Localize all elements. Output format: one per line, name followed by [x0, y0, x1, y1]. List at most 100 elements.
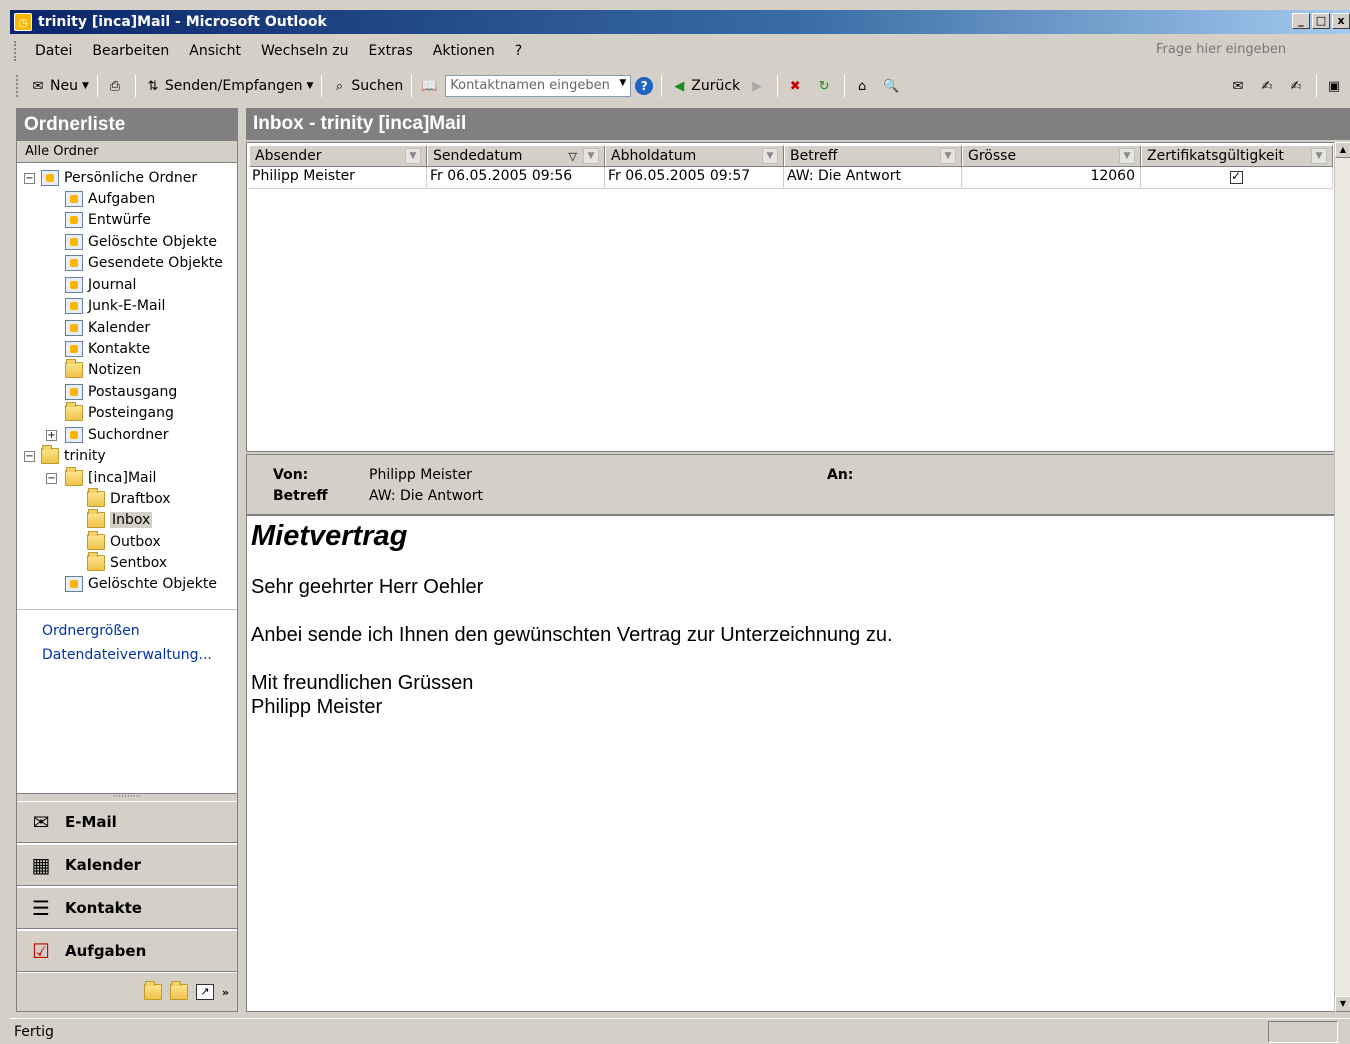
verify-button[interactable]: ✍	[1283, 73, 1312, 99]
table-row[interactable]: Philipp Meister Fr 06.05.2005 09:56 Fr 0…	[249, 167, 1333, 189]
toolbar-separator	[411, 75, 413, 97]
collapse-trinity[interactable]: −	[24, 451, 35, 462]
column-header-sender[interactable]: Absender ▼	[249, 145, 427, 167]
column-header-subject[interactable]: Betreff ▼	[784, 145, 962, 167]
data-file-management-link[interactable]: Datendateiverwaltung...	[42, 647, 212, 663]
folder-label: Suchordner	[88, 427, 169, 443]
nav-button-calendar[interactable]: ▦ Kalender	[17, 844, 237, 886]
column-filter-dropdown[interactable]: ▼	[940, 148, 956, 164]
folder-outbox[interactable]: Outbox	[87, 531, 161, 552]
nav-splitter[interactable]: ··········	[17, 793, 237, 802]
folder-kontakte[interactable]: Kontakte	[65, 339, 150, 359]
folder-list-shortcut-icon[interactable]	[169, 981, 188, 1000]
column-label: Betreff	[790, 148, 838, 164]
home-button[interactable]: ⌂	[849, 73, 878, 99]
menu-bearbeiten[interactable]: Bearbeiten	[82, 43, 179, 59]
folder-label: Gesendete Objekte	[88, 255, 223, 271]
reading-pane-header: Von: Philipp Meister Betreff AW: Die Ant…	[246, 454, 1336, 516]
contacts-icon	[65, 341, 83, 357]
collapse-personal-folders[interactable]: −	[24, 173, 35, 184]
envelope-button[interactable]: ✉	[1225, 73, 1254, 99]
web-search-button[interactable]: 🔍	[878, 73, 907, 99]
stop-button[interactable]: ✖	[782, 73, 811, 99]
column-header-size[interactable]: Grösse ▼	[962, 145, 1141, 167]
back-button[interactable]: ◀ Zurück	[666, 73, 744, 99]
column-header-sent[interactable]: Sendedatum ▽ ▼	[427, 145, 605, 167]
from-value[interactable]: Philipp Meister	[369, 467, 472, 483]
sign-button[interactable]: ✍	[1254, 73, 1283, 99]
menu-ansicht[interactable]: Ansicht	[179, 43, 251, 59]
column-filter-dropdown[interactable]: ▼	[405, 148, 421, 164]
folder-suchordner[interactable]: Suchordner	[65, 425, 169, 445]
collapse-incamail[interactable]: −	[46, 473, 57, 484]
nav-button-mail[interactable]: ✉ E-Mail	[17, 801, 237, 843]
folder-personal[interactable]: Persönliche Ordner	[41, 168, 197, 188]
nav-button-contacts[interactable]: ☰ Kontakte	[17, 887, 237, 929]
forward-button[interactable]: ▶	[744, 73, 773, 99]
column-filter-dropdown[interactable]: ▼	[762, 148, 778, 164]
folder-incamail[interactable]: [inca]Mail	[65, 467, 156, 488]
contact-dropdown-arrow[interactable]: ▼	[619, 78, 626, 94]
folder-sizes-link[interactable]: Ordnergrößen	[42, 623, 140, 639]
menu-help[interactable]: ?	[505, 43, 532, 59]
column-header-received[interactable]: Abholdatum ▼	[605, 145, 784, 167]
menu-extras[interactable]: Extras	[359, 43, 423, 59]
ask-question-input[interactable]: Frage hier eingeben	[1152, 41, 1302, 61]
folder-notizen[interactable]: Notizen	[65, 359, 141, 380]
vertical-scrollbar[interactable]: ▲ ▼	[1334, 142, 1350, 1012]
menu-aktionen[interactable]: Aktionen	[423, 43, 505, 59]
folder-posteingang[interactable]: Posteingang	[65, 402, 174, 423]
folder-trinity[interactable]: trinity	[41, 445, 106, 466]
scroll-up-arrow-icon[interactable]: ▲	[1335, 142, 1350, 158]
maximize-button[interactable]: □	[1312, 13, 1330, 29]
notes-shortcut-icon[interactable]	[143, 981, 162, 1000]
folder-sentbox[interactable]: Sentbox	[87, 552, 167, 573]
scroll-down-arrow-icon[interactable]: ▼	[1335, 996, 1350, 1012]
column-header-certificate[interactable]: Zertifikatsgültigkeit ▼	[1141, 145, 1333, 167]
folder-label: Gelöschte Objekte	[88, 234, 217, 250]
search-button[interactable]: ⌕ Suchen	[326, 73, 407, 99]
folder-gesendete-objekte[interactable]: Gesendete Objekte	[65, 253, 223, 273]
new-button[interactable]: ✉ Neu ▼	[25, 73, 93, 99]
folder-aufgaben[interactable]: Aufgaben	[65, 189, 155, 209]
menu-grip[interactable]	[14, 41, 17, 61]
tasks-folder-icon	[65, 191, 83, 207]
folder-kalender[interactable]: Kalender	[65, 318, 150, 338]
send-receive-button[interactable]: ⇅ Senden/Empfangen ▼	[140, 73, 318, 99]
column-filter-dropdown[interactable]: ▼	[583, 148, 599, 164]
folder-postausgang[interactable]: Postausgang	[65, 382, 177, 402]
sort-descending-icon: ▽	[568, 149, 577, 163]
folder-draftbox[interactable]: Draftbox	[87, 488, 171, 509]
new-dropdown-arrow[interactable]: ▼	[82, 81, 89, 91]
menu-datei[interactable]: Datei	[25, 43, 82, 59]
nav-button-tasks[interactable]: ☑ Aufgaben	[17, 930, 237, 972]
menu-wechseln-zu[interactable]: Wechseln zu	[251, 43, 359, 59]
folder-inbox[interactable]: Inbox	[87, 509, 153, 530]
toolbar-grip[interactable]	[16, 75, 19, 97]
close-button[interactable]: x	[1332, 13, 1350, 29]
send-receive-label: Senden/Empfangen	[164, 78, 303, 94]
minimize-button[interactable]: _	[1292, 13, 1310, 29]
certificate-button[interactable]: ▣	[1321, 73, 1350, 99]
folder-journal[interactable]: Journal	[65, 275, 136, 295]
address-book-button[interactable]: 📖	[416, 73, 445, 99]
certificate-valid-checkbox[interactable]	[1230, 169, 1243, 184]
send-receive-dropdown-arrow[interactable]: ▼	[306, 81, 313, 91]
shortcuts-icon[interactable]: ↗	[195, 984, 214, 1000]
folder-entwuerfe[interactable]: Entwürfe	[65, 210, 151, 230]
expand-search-folders[interactable]: +	[46, 430, 57, 441]
configure-buttons-chevron-icon[interactable]: »	[222, 986, 229, 999]
nav-button-label: Aufgaben	[65, 942, 147, 960]
column-filter-dropdown[interactable]: ▼	[1311, 148, 1327, 164]
contact-name-input[interactable]: Kontaktnamen eingeben ▼	[445, 75, 632, 97]
column-label: Grösse	[968, 148, 1017, 164]
folder-list-title: Ordnerliste	[17, 109, 237, 141]
column-filter-dropdown[interactable]: ▼	[1119, 148, 1135, 164]
help-button[interactable]: ?	[631, 73, 657, 99]
folder-trinity-deleted[interactable]: Gelöschte Objekte	[65, 574, 217, 594]
refresh-button[interactable]: ↻	[811, 73, 840, 99]
message-body[interactable]: Mietvertrag Sehr geehrter Herr Oehler An…	[246, 516, 1336, 1012]
folder-geloeschte-objekte[interactable]: Gelöschte Objekte	[65, 232, 217, 252]
folder-junk-email[interactable]: Junk-E-Mail	[65, 296, 165, 316]
print-button[interactable]: ⎙	[102, 73, 131, 99]
